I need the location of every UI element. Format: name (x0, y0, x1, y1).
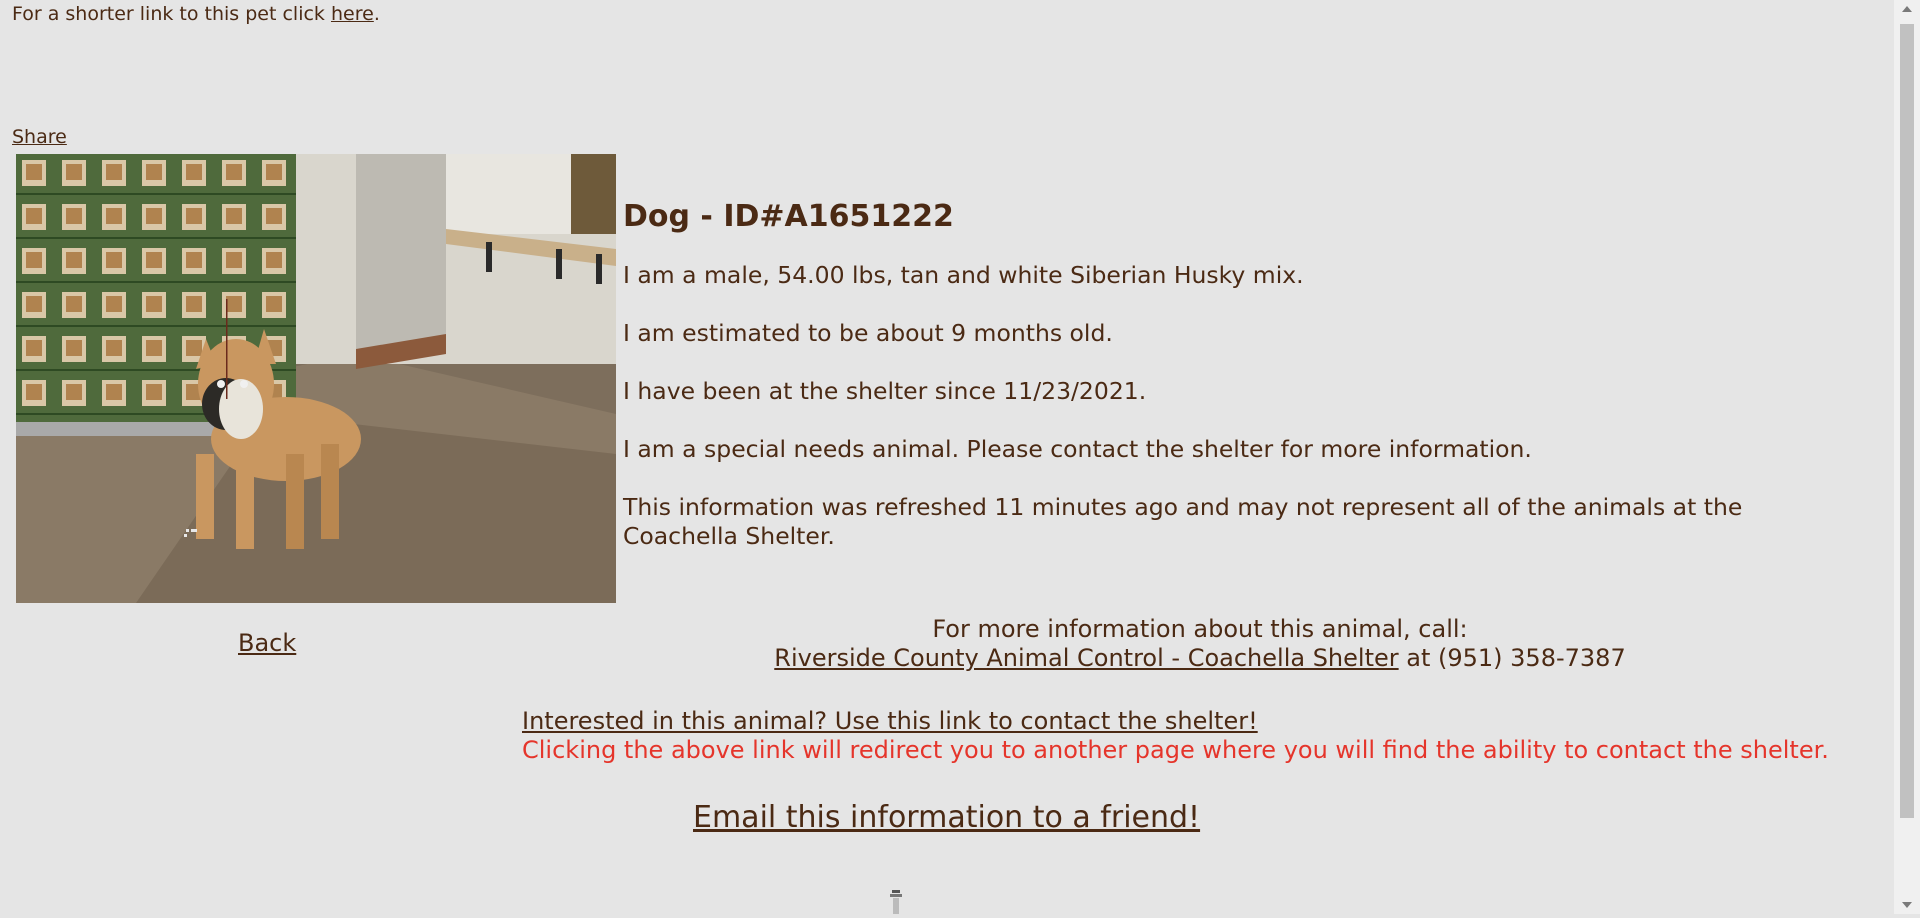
scroll-down-arrow-icon[interactable] (1902, 902, 1912, 908)
pet-detail-special-needs: I am a special needs animal. Please cont… (623, 435, 1532, 463)
redirect-note: Clicking the above link will redirect yo… (522, 736, 1829, 764)
pet-detail-description: I am a male, 54.00 lbs, tan and white Si… (623, 261, 1304, 289)
interest-block: Interested in this animal? Use this link… (522, 707, 1829, 765)
pet-detail-refresh-note: This information was refreshed 11 minute… (623, 493, 1743, 550)
short-link-line: For a shorter link to this pet click her… (12, 3, 380, 25)
contact-shelter-link[interactable]: Interested in this animal? Use this link… (522, 707, 1258, 735)
back-link[interactable]: Back (238, 629, 296, 657)
vertical-scrollbar[interactable] (1894, 0, 1920, 914)
loading-icon (889, 888, 903, 914)
pet-info: Dog - ID#A1651222 I am a male, 54.00 lbs… (623, 199, 1803, 580)
call-info: For more information about this animal, … (700, 615, 1700, 673)
short-link-suffix: . (373, 3, 380, 25)
short-link[interactable]: here (331, 3, 374, 25)
pet-photo (16, 154, 616, 603)
short-link-prefix: For a shorter link to this pet click (12, 3, 331, 25)
pet-detail-age: I am estimated to be about 9 months old. (623, 319, 1113, 347)
scrollbar-thumb[interactable] (1900, 24, 1914, 818)
shelter-phone: at (951) 358-7387 (1398, 644, 1626, 672)
call-prompt: For more information about this animal, … (932, 615, 1468, 643)
email-friend-link[interactable]: Email this information to a friend! (693, 800, 1200, 835)
shelter-contact-line: Riverside County Animal Control - Coache… (700, 644, 1700, 673)
pet-detail-intake-date: I have been at the shelter since 11/23/2… (623, 377, 1147, 405)
shelter-link[interactable]: Riverside County Animal Control - Coache… (774, 644, 1398, 672)
scroll-up-arrow-icon[interactable] (1902, 6, 1912, 12)
pet-title: Dog - ID#A1651222 (623, 199, 954, 234)
share-link[interactable]: Share (12, 126, 67, 148)
